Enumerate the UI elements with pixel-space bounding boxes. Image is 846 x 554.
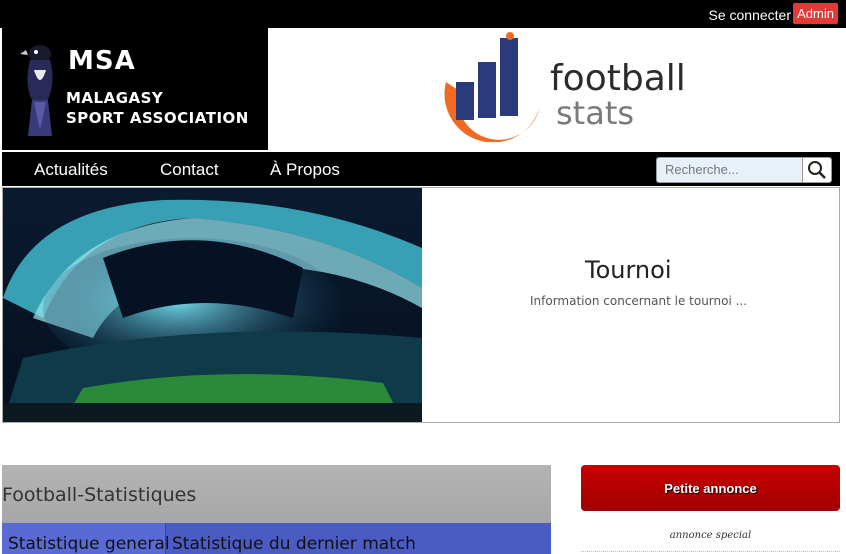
tab-label: Statistique du dernier match: [172, 534, 416, 554]
divider: [581, 551, 840, 552]
msa-subtitle-line2: SPORT ASSOCIATION: [66, 109, 249, 127]
search-button[interactable]: [802, 158, 831, 182]
search-icon: [808, 161, 826, 179]
brand-word-stats: stats: [556, 94, 635, 132]
nav-item-actualites[interactable]: Actualités: [34, 160, 108, 180]
tab-statistique-general[interactable]: Statistique general: [2, 523, 170, 554]
msa-logo[interactable]: MSA MALAGASY SPORT ASSOCIATION: [2, 28, 268, 150]
nav-item-a-propos[interactable]: À Propos: [270, 160, 340, 180]
tournament-info: Information concernant le tournoi ...: [530, 294, 748, 308]
msa-subtitle-line1: MALAGASY: [66, 89, 164, 107]
tab-statistique-dernier-match[interactable]: Statistique du dernier match: [166, 523, 551, 554]
login-link[interactable]: Se connecter: [709, 7, 792, 23]
search-input[interactable]: Recherche...: [656, 157, 832, 183]
stats-panel-title: Football-Statistiques: [2, 484, 197, 506]
bar-chart-logo-icon: [444, 32, 540, 142]
petite-annonce-label: Petite annonce: [664, 481, 757, 496]
msa-title: MSA: [68, 46, 136, 76]
top-bar: Se connecter Admin: [0, 0, 846, 28]
header: MSA MALAGASY SPORT ASSOCIATION football …: [0, 28, 846, 150]
search-placeholder: Recherche...: [665, 162, 739, 177]
nav-item-contact[interactable]: Contact: [160, 160, 219, 180]
petite-annonce-button[interactable]: Petite annonce: [581, 465, 840, 511]
stats-tabs: Statistique general Statistique du derni…: [2, 523, 551, 554]
admin-button[interactable]: Admin: [793, 3, 838, 24]
tab-label: Statistique general: [8, 534, 170, 554]
ad-note: annonce special: [669, 530, 752, 541]
brand-word-football: football: [550, 58, 686, 99]
football-stats-logo[interactable]: football stats: [432, 30, 686, 148]
tournament-title: Tournoi: [585, 256, 672, 284]
stadium-image: [3, 188, 422, 422]
magpie-bird-icon: [20, 45, 53, 136]
